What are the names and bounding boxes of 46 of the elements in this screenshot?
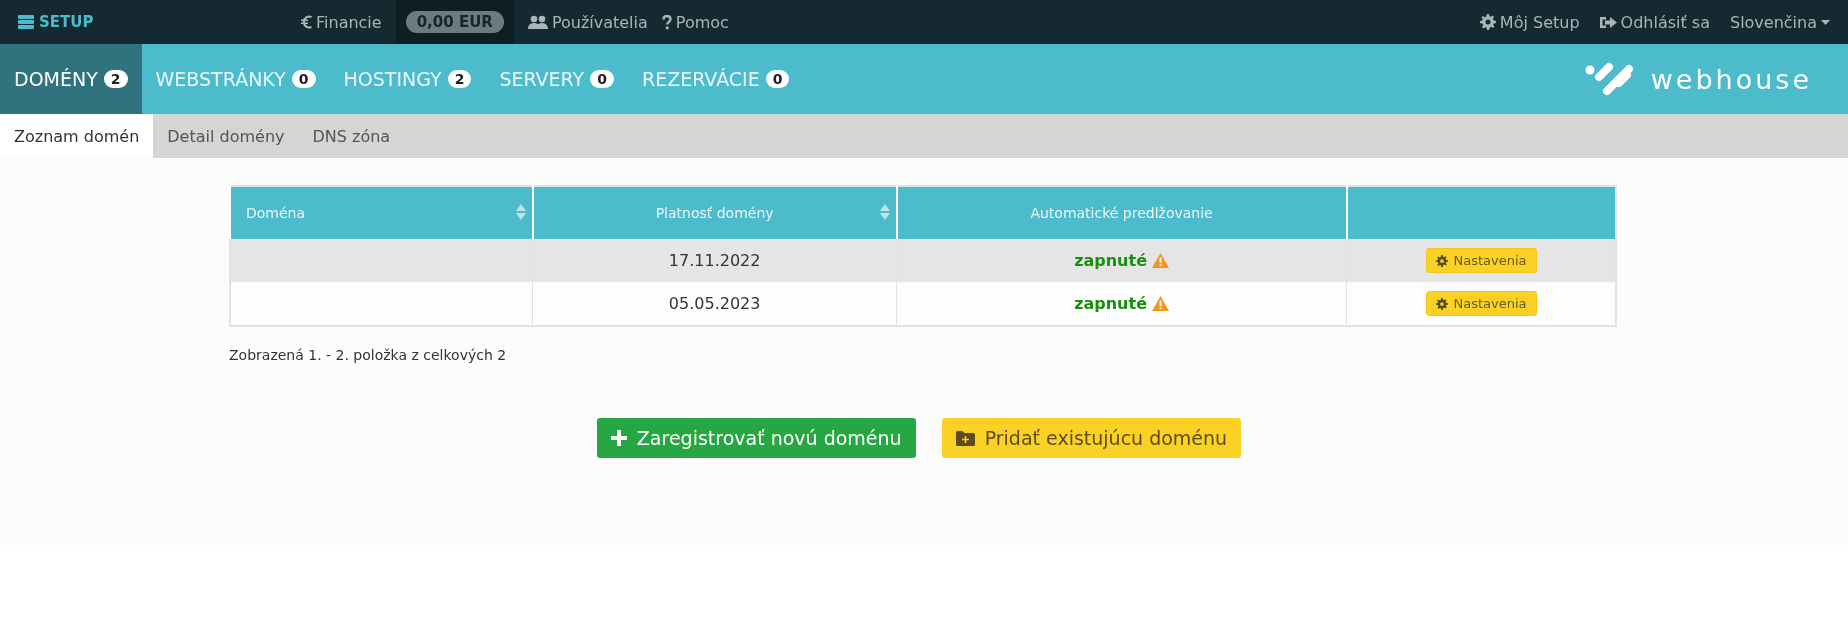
count-badge: 2	[103, 70, 128, 88]
settings-icon	[1435, 254, 1448, 267]
nav-link[interactable]: Financie	[316, 12, 382, 32]
count-badge: 0	[291, 70, 316, 88]
settings-icon	[1479, 14, 1496, 30]
column-header: Doména	[246, 205, 306, 221]
sort-icon[interactable]	[879, 204, 890, 220]
users-icon	[527, 15, 548, 29]
sort-icon[interactable]	[515, 204, 526, 220]
folder-plus-icon	[955, 430, 975, 446]
pagination-summary: Zobrazená 1. - 2. položka z celkových 2	[229, 347, 508, 363]
add-domain-button[interactable]: Pridať existujúcu doménu	[941, 418, 1242, 458]
validity-date: 05.05.2023	[668, 294, 761, 313]
help-icon	[661, 14, 672, 30]
caret-icon	[1821, 19, 1830, 25]
language-dropdown[interactable]: Slovenčina	[1729, 12, 1817, 32]
nav-link[interactable]: Môj Setup	[1499, 12, 1580, 32]
main-tab[interactable]: WEBSTRÁNKY 0	[141, 44, 330, 114]
count-badge: 0	[590, 70, 614, 88]
count-badge: 0	[765, 70, 790, 88]
logo-text: webhouse	[1650, 63, 1812, 95]
settings-icon	[1435, 297, 1448, 310]
settings-button[interactable]: Nastavenia	[1425, 291, 1537, 316]
main-tab[interactable]: REZERVÁCIE 0	[627, 44, 804, 114]
main-tab[interactable]: HOSTINGY 2	[329, 44, 486, 114]
column-header: Automatické predlžovanie	[1030, 205, 1213, 221]
balance-badge[interactable]: 0,00 EUR	[405, 11, 504, 33]
renewal-status: zapnuté	[1074, 251, 1147, 270]
brand-title[interactable]: SETUP	[39, 13, 94, 31]
main-tab[interactable]: SERVERY 0	[485, 44, 628, 114]
renewal-status: zapnuté	[1074, 294, 1147, 313]
server-icon	[18, 15, 34, 29]
main-tab[interactable]: DOMÉNY 2	[0, 44, 142, 114]
validity-date: 17.11.2022	[668, 251, 761, 270]
column-header: Platnosť domény	[655, 205, 774, 221]
euro-icon	[301, 15, 312, 29]
sub-tab[interactable]: DNS zóna	[298, 114, 405, 158]
nav-link[interactable]: Pomoc	[675, 12, 729, 32]
count-badge: 2	[447, 70, 472, 88]
settings-button[interactable]: Nastavenia	[1425, 248, 1537, 273]
sub-tab[interactable]: Zoznam domén	[0, 114, 154, 158]
plus-icon	[610, 430, 627, 446]
logout-icon	[1599, 14, 1617, 30]
nav-link[interactable]: Odhlásiť sa	[1620, 12, 1710, 32]
sub-tab[interactable]: Detail domény	[153, 114, 299, 158]
nav-link[interactable]: Používatelia	[551, 12, 648, 32]
